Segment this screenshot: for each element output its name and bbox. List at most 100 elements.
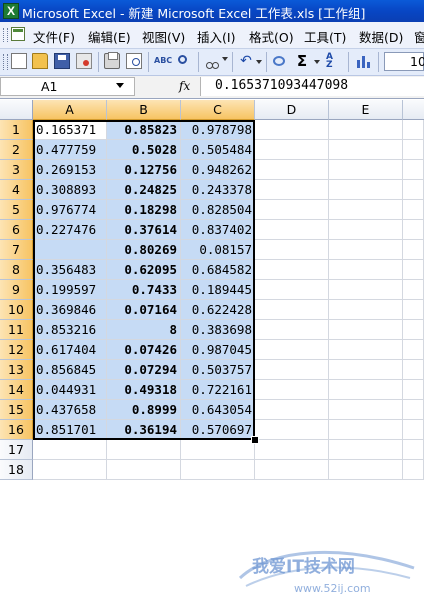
cell-e17[interactable] xyxy=(329,440,403,460)
cell-e3[interactable] xyxy=(329,160,403,180)
cell-b7[interactable]: 0.80269 xyxy=(107,240,181,260)
new-icon[interactable] xyxy=(11,53,27,69)
cell-b12[interactable]: 0.07426 xyxy=(107,340,181,360)
cell-c1[interactable]: 0.978798 xyxy=(181,120,255,140)
cell-b6[interactable]: 0.37614 xyxy=(107,220,181,240)
cell-f11[interactable] xyxy=(403,320,424,340)
cell-d8[interactable] xyxy=(255,260,329,280)
autosum-icon[interactable]: Σ xyxy=(294,53,310,69)
sort-ascending-icon[interactable]: AZ xyxy=(326,53,342,70)
print-icon[interactable] xyxy=(104,52,120,69)
cell-f12[interactable] xyxy=(403,340,424,360)
cell-d16[interactable] xyxy=(255,420,329,440)
cell-c18[interactable] xyxy=(181,460,255,480)
cell-a18[interactable] xyxy=(33,460,107,480)
row-header[interactable]: 2 xyxy=(0,140,33,160)
cell-d3[interactable] xyxy=(255,160,329,180)
cell-f5[interactable] xyxy=(403,200,424,220)
row-header[interactable]: 5 xyxy=(0,200,33,220)
row-header[interactable]: 3 xyxy=(0,160,33,180)
cell-e6[interactable] xyxy=(329,220,403,240)
cell-d6[interactable] xyxy=(255,220,329,240)
chart-icon[interactable] xyxy=(356,53,372,69)
excel-icon[interactable]: X xyxy=(3,3,19,19)
worksheet-grid[interactable]: A B C D E 1 0.165371 0.85823 0.978798 2 0.477… xyxy=(0,100,424,595)
cell-a4[interactable]: 0.308893 xyxy=(33,180,107,200)
column-header-b[interactable]: B xyxy=(107,100,181,120)
cell-e16[interactable] xyxy=(329,420,403,440)
cell-b8[interactable]: 0.62095 xyxy=(107,260,181,280)
cell-b1[interactable]: 0.85823 xyxy=(107,120,181,140)
cell-d18[interactable] xyxy=(255,460,329,480)
column-header-e[interactable]: E xyxy=(329,100,403,120)
research-icon[interactable] xyxy=(176,53,192,69)
undo-dropdown-icon[interactable] xyxy=(256,60,262,64)
cell-c5[interactable]: 0.828504 xyxy=(181,200,255,220)
cell-b5[interactable]: 0.18298 xyxy=(107,200,181,220)
cell-a5[interactable]: 0.976774 xyxy=(33,200,107,220)
cell-c17[interactable] xyxy=(181,440,255,460)
cell-d5[interactable] xyxy=(255,200,329,220)
cell-e13[interactable] xyxy=(329,360,403,380)
cell-b3[interactable]: 0.12756 xyxy=(107,160,181,180)
cell-c2[interactable]: 0.505484 xyxy=(181,140,255,160)
cell-a10[interactable]: 0.369846 xyxy=(33,300,107,320)
cell-f16[interactable] xyxy=(403,420,424,440)
cell-f4[interactable] xyxy=(403,180,424,200)
row-header[interactable]: 4 xyxy=(0,180,33,200)
cell-b16[interactable]: 0.36194 xyxy=(107,420,181,440)
cell-b2[interactable]: 0.5028 xyxy=(107,140,181,160)
autosum-dropdown-icon[interactable] xyxy=(314,60,320,64)
cell-c10[interactable]: 0.622428 xyxy=(181,300,255,320)
cell-f14[interactable] xyxy=(403,380,424,400)
cell-b10[interactable]: 0.07164 xyxy=(107,300,181,320)
save-icon[interactable] xyxy=(54,53,70,69)
row-header[interactable]: 15 xyxy=(0,400,33,420)
cell-b15[interactable]: 0.8999 xyxy=(107,400,181,420)
row-header[interactable]: 12 xyxy=(0,340,33,360)
row-header[interactable]: 7 xyxy=(0,240,33,260)
cell-b18[interactable] xyxy=(107,460,181,480)
cut-icon[interactable] xyxy=(204,53,220,69)
row-header[interactable]: 6 xyxy=(0,220,33,240)
cell-b4[interactable]: 0.24825 xyxy=(107,180,181,200)
cell-b17[interactable] xyxy=(107,440,181,460)
cell-d15[interactable] xyxy=(255,400,329,420)
cell-a9[interactable]: 0.199597 xyxy=(33,280,107,300)
row-header[interactable]: 8 xyxy=(0,260,33,280)
column-header-c[interactable]: C xyxy=(181,100,255,120)
column-header-d[interactable]: D xyxy=(255,100,329,120)
cell-f7[interactable] xyxy=(403,240,424,260)
formula-input[interactable]: 0.165371093447098 xyxy=(200,77,424,96)
cell-d9[interactable] xyxy=(255,280,329,300)
cell-c12[interactable]: 0.987045 xyxy=(181,340,255,360)
cell-d1[interactable] xyxy=(255,120,329,140)
cell-a6[interactable]: 0.227476 xyxy=(33,220,107,240)
cell-c14[interactable]: 0.722161 xyxy=(181,380,255,400)
fill-handle[interactable] xyxy=(251,436,259,444)
cell-c4[interactable]: 0.243378 xyxy=(181,180,255,200)
cell-f1[interactable] xyxy=(403,120,424,140)
cell-f9[interactable] xyxy=(403,280,424,300)
menu-insert[interactable]: 插入(I) xyxy=(197,27,235,46)
cell-b14[interactable]: 0.49318 xyxy=(107,380,181,400)
cell-f2[interactable] xyxy=(403,140,424,160)
cell-f10[interactable] xyxy=(403,300,424,320)
cell-e4[interactable] xyxy=(329,180,403,200)
workbook-icon[interactable] xyxy=(11,27,25,41)
cell-a14[interactable]: 0.044931 xyxy=(33,380,107,400)
cell-e11[interactable] xyxy=(329,320,403,340)
column-header-partial[interactable] xyxy=(403,100,424,120)
row-header[interactable]: 17 xyxy=(0,440,33,460)
font-size-box[interactable]: 10 xyxy=(384,52,424,71)
cell-a16[interactable]: 0.851701 xyxy=(33,420,107,440)
cell-e14[interactable] xyxy=(329,380,403,400)
row-header[interactable]: 1 xyxy=(0,120,33,140)
cell-c7[interactable]: 0.08157 xyxy=(181,240,255,260)
name-box[interactable]: A1 xyxy=(0,77,135,96)
row-header[interactable]: 18 xyxy=(0,460,33,480)
menu-data[interactable]: 数据(D) xyxy=(359,27,403,46)
cell-b11[interactable]: 8 xyxy=(107,320,181,340)
row-header[interactable]: 13 xyxy=(0,360,33,380)
menu-view[interactable]: 视图(V) xyxy=(142,27,185,46)
